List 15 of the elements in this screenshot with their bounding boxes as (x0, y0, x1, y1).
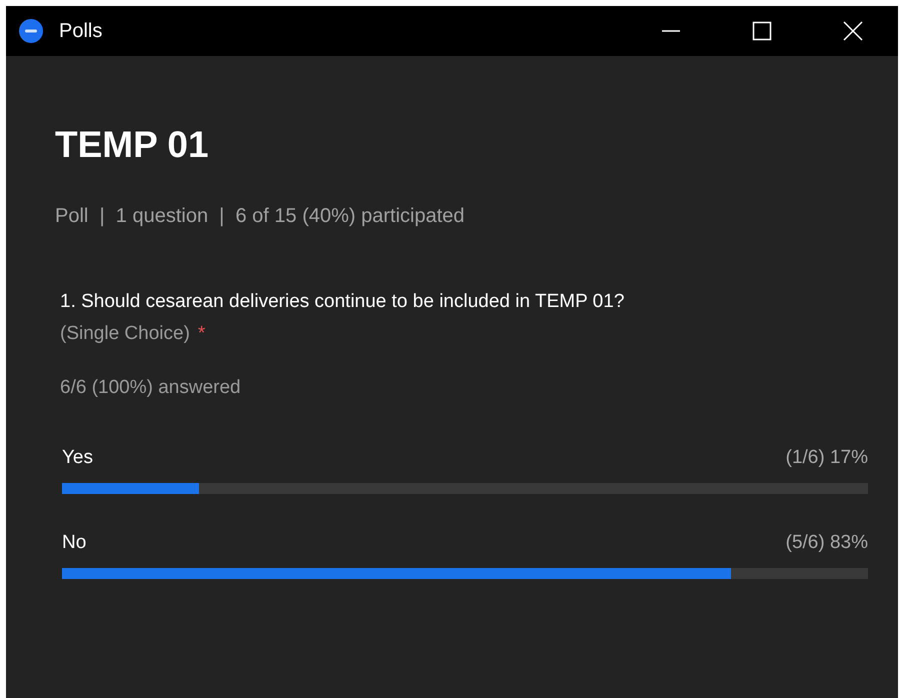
option-result: (1/6) 17% (786, 446, 868, 470)
answered-count: 6/6 (100%) answered (59, 376, 242, 400)
question-text: 1. Should cesarean deliveries continue to be included in TEMP 01? (59, 290, 626, 314)
maximize-icon (752, 21, 772, 41)
required-mark: * (198, 322, 206, 346)
minimize-icon (660, 30, 680, 32)
option-label: Yes (62, 446, 93, 470)
poll-summary: Poll | 1 question | 6 of 15 (40%) participated (55, 204, 466, 229)
poll-title: TEMP 01 (55, 123, 210, 167)
option-result: (5/6) 83% (786, 531, 868, 555)
app-logo-icon (19, 19, 43, 43)
option-label: No (62, 531, 86, 555)
window-title: Polls (59, 20, 102, 42)
question-type: (Single Choice) (60, 322, 190, 346)
close-icon (842, 21, 862, 41)
